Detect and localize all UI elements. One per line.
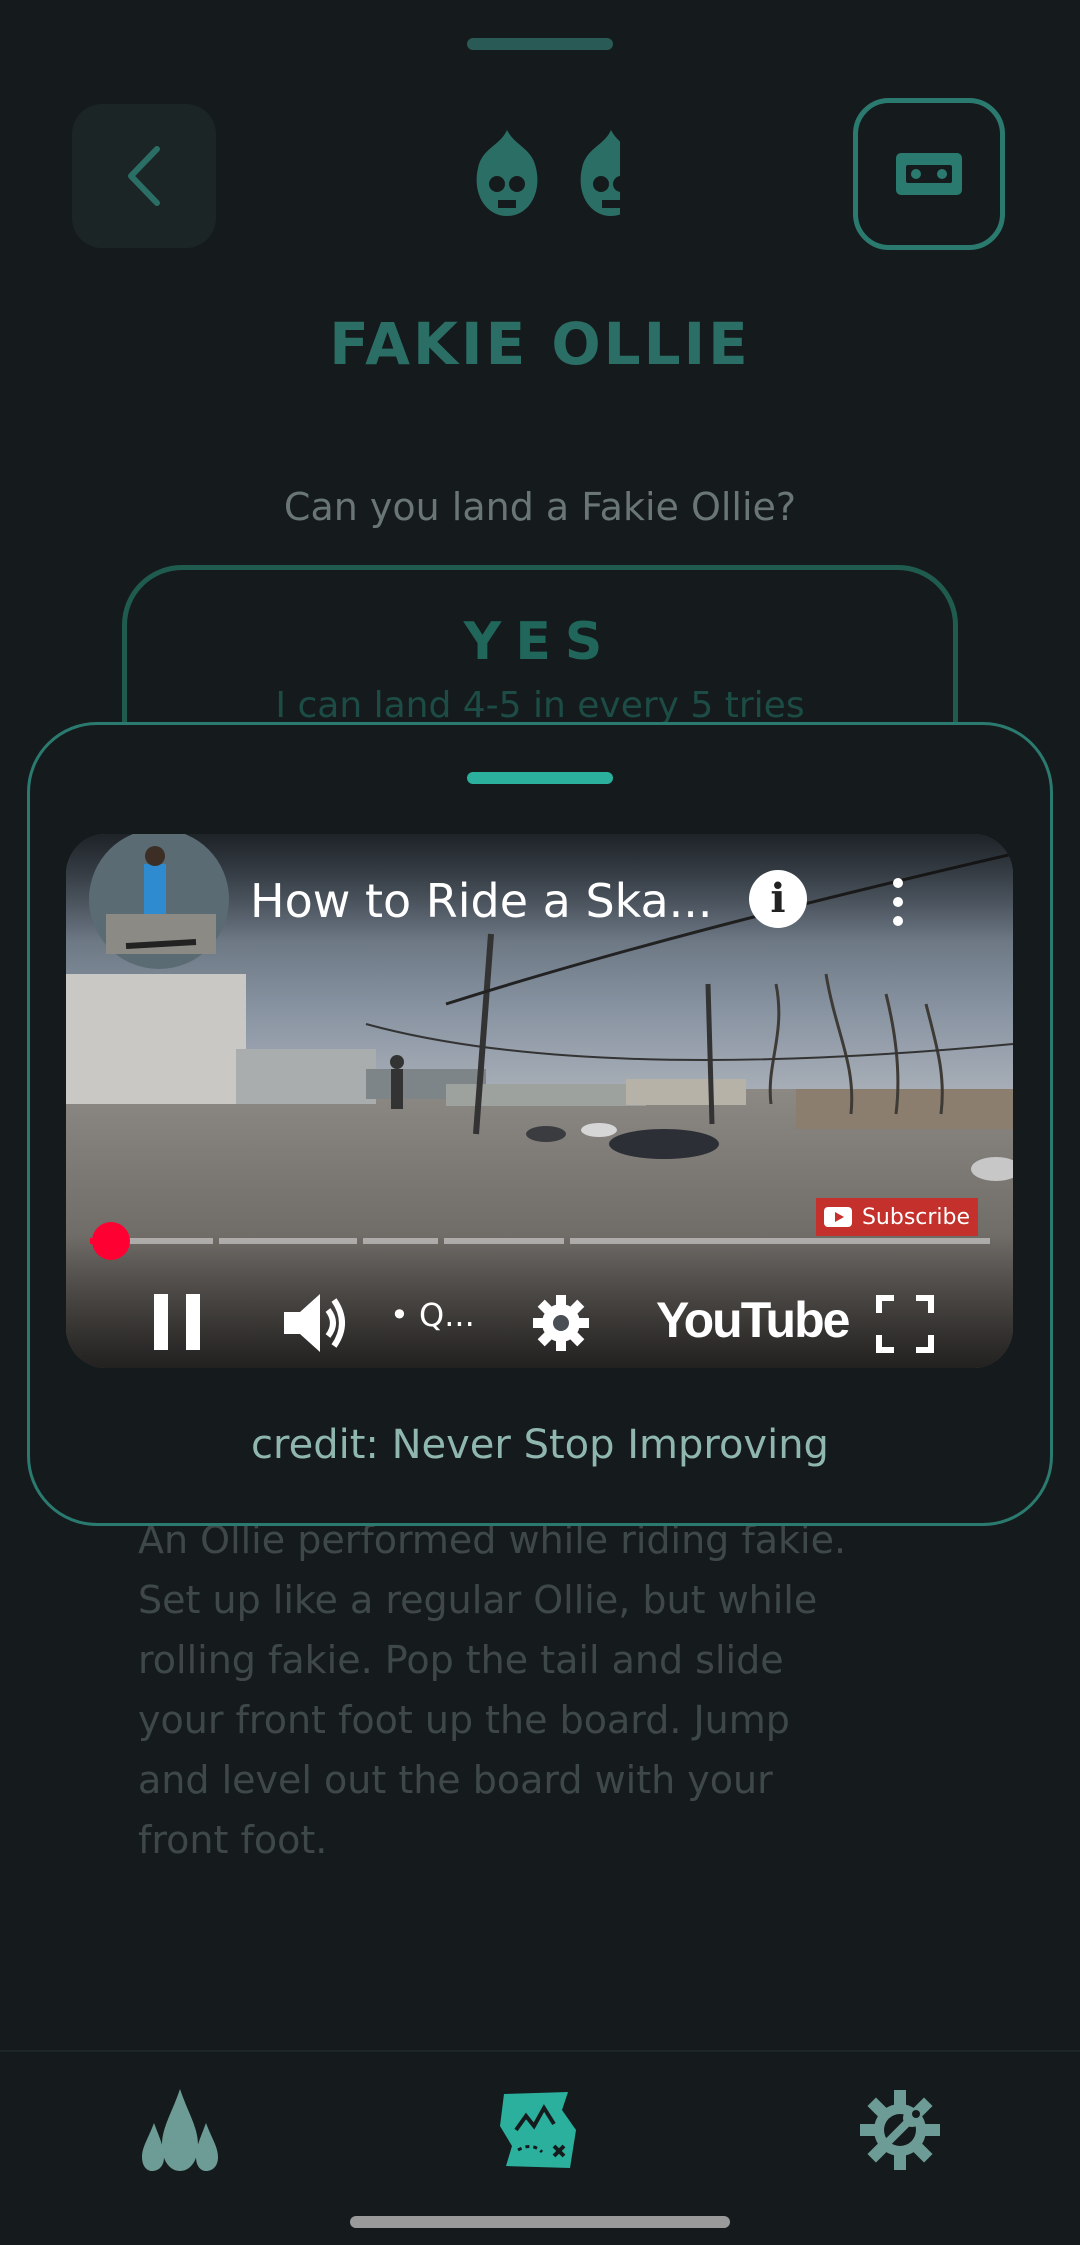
yes-sublabel: I can land 4-5 in every 5 tries bbox=[275, 685, 805, 726]
description-line: Set up like a regular Ollie, but while bbox=[138, 1578, 818, 1622]
description-line: your front foot up the board. Jump bbox=[138, 1698, 790, 1742]
nav-item-progress[interactable] bbox=[130, 2085, 230, 2175]
progress-bar[interactable] bbox=[90, 1238, 990, 1244]
description-line: front foot. bbox=[138, 1818, 328, 1862]
youtube-logo[interactable]: YouTube bbox=[656, 1291, 850, 1349]
yes-label: YES bbox=[463, 612, 617, 672]
top-grab-handle[interactable] bbox=[467, 38, 613, 50]
video-player[interactable]: How to Ride a Ska... i Subscribe • Q... … bbox=[66, 834, 1013, 1368]
flaming-skull-icon bbox=[580, 130, 620, 216]
scrubber-handle[interactable] bbox=[92, 1222, 130, 1260]
progress-chapter-segment bbox=[444, 1238, 564, 1244]
quality-label[interactable]: • Q... bbox=[390, 1296, 475, 1334]
description-line: and level out the board with your bbox=[138, 1758, 773, 1802]
youtube-play-icon bbox=[823, 1207, 852, 1227]
subscribe-label: Subscribe bbox=[861, 1204, 971, 1230]
nav-item-map[interactable] bbox=[490, 2085, 590, 2175]
nav-item-settings[interactable] bbox=[850, 2085, 950, 2175]
video-tutorial-button[interactable] bbox=[853, 98, 1005, 250]
subscribe-button[interactable]: Subscribe bbox=[816, 1198, 978, 1236]
chevron-left-icon bbox=[128, 146, 160, 206]
trick-title: FAKIE OLLIE bbox=[329, 310, 751, 378]
gear-wrench-icon bbox=[860, 2090, 940, 2170]
progress-chapter-segment bbox=[570, 1238, 990, 1244]
volume-icon[interactable] bbox=[282, 1292, 348, 1354]
video-credit: credit: Never Stop Improving bbox=[251, 1422, 829, 1468]
back-button[interactable] bbox=[72, 104, 216, 248]
home-indicator[interactable] bbox=[350, 2216, 730, 2228]
trick-question: Can you land a Fakie Ollie? bbox=[283, 485, 797, 529]
info-button[interactable]: i bbox=[749, 870, 807, 928]
settings-gear-icon[interactable] bbox=[532, 1294, 590, 1352]
sheet-grab-handle[interactable] bbox=[467, 772, 613, 784]
description-line: rolling fakie. Pop the tail and slide bbox=[138, 1638, 784, 1682]
fullscreen-icon[interactable] bbox=[876, 1295, 934, 1353]
trick-description: An Ollie performed while riding fakie. S… bbox=[138, 1510, 958, 1870]
water-drops-icon bbox=[142, 2089, 218, 2171]
video-title[interactable]: How to Ride a Ska... bbox=[250, 874, 713, 928]
flaming-skull-icon bbox=[476, 130, 538, 216]
pause-icon[interactable] bbox=[152, 1292, 202, 1352]
progress-chapter-segment bbox=[219, 1238, 357, 1244]
progress-chapter-segment bbox=[363, 1238, 438, 1244]
difficulty-flames bbox=[470, 128, 620, 228]
treasure-map-icon bbox=[500, 2092, 576, 2168]
more-vert-icon[interactable] bbox=[893, 878, 903, 935]
vhs-tape-icon bbox=[896, 153, 962, 195]
